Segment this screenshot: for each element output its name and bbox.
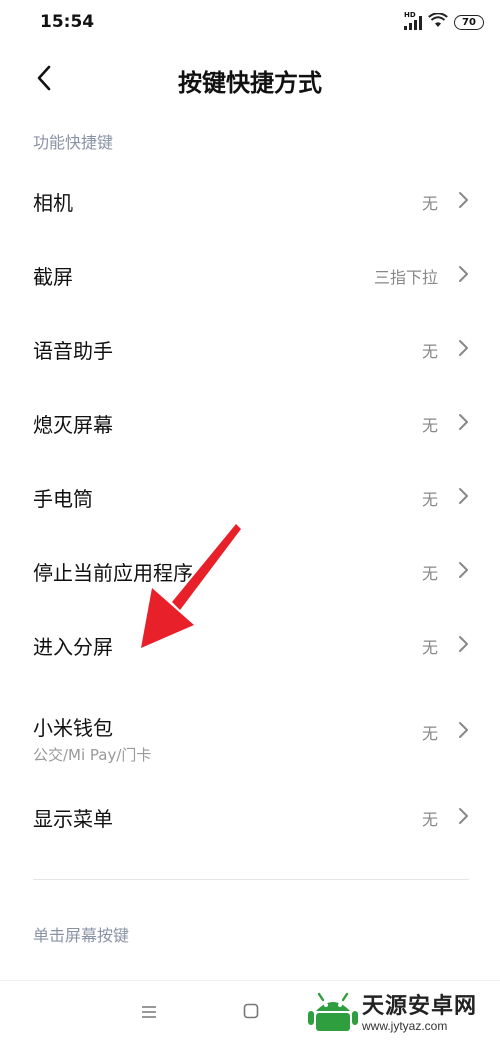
list-item-stop-current-app[interactable]: 停止当前应用程序 无 xyxy=(0,533,500,607)
chevron-right-icon xyxy=(456,339,470,357)
list-item-label: 停止当前应用程序 xyxy=(33,561,193,585)
wifi-icon xyxy=(428,11,448,32)
watermark-url: www.jytyaz.com xyxy=(362,1019,448,1033)
list-item-label: 进入分屏 xyxy=(33,635,113,659)
list-item-value: 无 xyxy=(421,564,438,583)
list-item-value: 无 xyxy=(421,724,438,743)
list-item-sublabel: 公交/Mi Pay/门卡 xyxy=(33,746,152,764)
list-item-turn-off-screen[interactable]: 熄灭屏幕 无 xyxy=(0,385,500,459)
list-item-value: 无 xyxy=(421,490,438,509)
watermark-name: 天源安卓网 xyxy=(362,994,478,1019)
chevron-right-icon xyxy=(456,487,470,505)
home-square-icon xyxy=(243,1003,259,1023)
chevron-right-icon xyxy=(456,561,470,579)
list-item-label: 手电筒 xyxy=(33,487,93,511)
status-bar: 15:54 HD 70 xyxy=(0,0,500,44)
list-item-voice-assistant[interactable]: 语音助手 无 xyxy=(0,311,500,385)
divider xyxy=(33,879,469,880)
section-title-single-tap: 单击屏幕按键 xyxy=(33,926,130,945)
list-item-value: 无 xyxy=(421,194,438,213)
chevron-right-icon xyxy=(456,265,470,283)
header: 按键快捷方式 xyxy=(0,44,500,116)
watermark-text: 天源安卓网 www.jytyaz.com xyxy=(362,994,478,1034)
menu-icon xyxy=(141,1004,157,1023)
signal-icon: HD xyxy=(404,11,422,30)
battery-indicator: 70 xyxy=(454,14,484,30)
list-item-flashlight[interactable]: 手电筒 无 xyxy=(0,459,500,533)
list-item-split-screen[interactable]: 进入分屏 无 xyxy=(0,607,500,681)
list-item-label: 熄灭屏幕 xyxy=(33,413,113,437)
chevron-right-icon xyxy=(456,807,470,825)
list-item-label: 小米钱包 xyxy=(33,716,113,740)
chevron-right-icon xyxy=(456,191,470,209)
list-item-screenshot[interactable]: 截屏 三指下拉 xyxy=(0,237,500,311)
list-item-value: 无 xyxy=(421,342,438,361)
nav-menu-button[interactable] xyxy=(137,1001,161,1025)
list-item-label: 截屏 xyxy=(33,265,73,289)
chevron-right-icon xyxy=(456,635,470,653)
hd-label: HD xyxy=(404,11,416,19)
nav-home-button[interactable] xyxy=(239,1001,263,1025)
list-item-camera[interactable]: 相机 无 xyxy=(0,163,500,237)
list-item-value: 三指下拉 xyxy=(373,268,438,287)
list-item-label: 相机 xyxy=(33,191,73,215)
page-title: 按键快捷方式 xyxy=(178,69,322,97)
watermark: 天源安卓网 www.jytyaz.com xyxy=(308,990,500,1038)
status-time: 15:54 xyxy=(40,12,95,32)
list-item-label: 语音助手 xyxy=(33,339,113,363)
status-icons: HD 70 xyxy=(404,11,484,32)
list-item-value: 无 xyxy=(421,638,438,657)
list-item-mi-wallet[interactable]: 小米钱包 公交/Mi Pay/门卡 无 xyxy=(0,681,500,779)
shortcut-list: 相机 无 截屏 三指下拉 语音助手 无 熄灭屏幕 无 手电筒 无 停止当前应用程… xyxy=(0,163,500,853)
chevron-right-icon xyxy=(456,413,470,431)
list-item-label: 显示菜单 xyxy=(33,807,113,831)
list-item-value: 无 xyxy=(421,416,438,435)
section-title-function-shortcuts: 功能快捷键 xyxy=(33,133,114,152)
chevron-right-icon xyxy=(456,721,470,739)
watermark-logo-icon xyxy=(308,991,358,1037)
list-item-show-menu[interactable]: 显示菜单 无 xyxy=(0,779,500,853)
list-item-value: 无 xyxy=(421,810,438,829)
